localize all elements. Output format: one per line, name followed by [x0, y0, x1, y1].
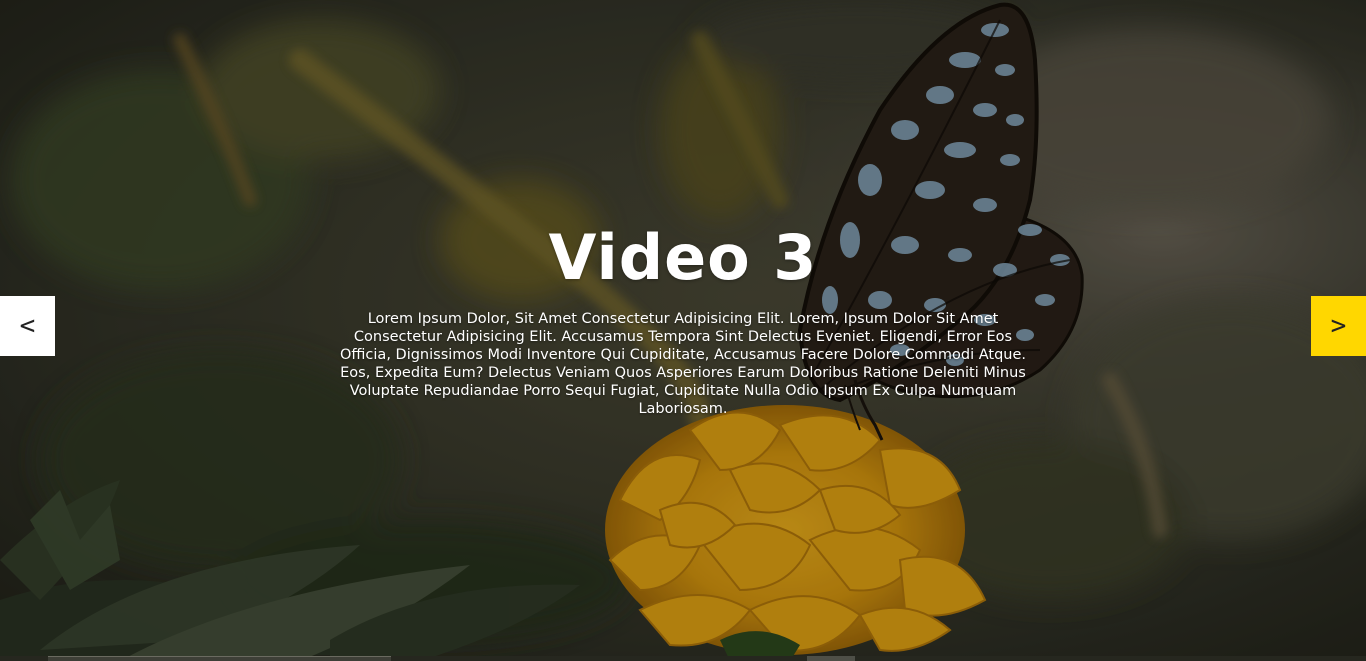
slide-title: Video 3: [548, 221, 818, 294]
slide-caption: Video 3 Lorem Ipsum Dolor, Sit Amet Cons…: [0, 218, 1366, 418]
video-progress-thumb[interactable]: [807, 656, 855, 661]
chevron-left-icon: <: [19, 311, 36, 341]
slide-description: Lorem Ipsum Dolor, Sit Amet Consectetur …: [340, 311, 1026, 417]
prev-slide-button[interactable]: <: [0, 296, 55, 356]
video-progress-fill: [48, 656, 391, 661]
video-progress-track[interactable]: [0, 656, 1366, 661]
chevron-right-icon: >: [1330, 311, 1347, 341]
video-slider: Video 3 Lorem Ipsum Dolor, Sit Amet Cons…: [0, 0, 1366, 661]
next-slide-button[interactable]: >: [1311, 296, 1366, 356]
